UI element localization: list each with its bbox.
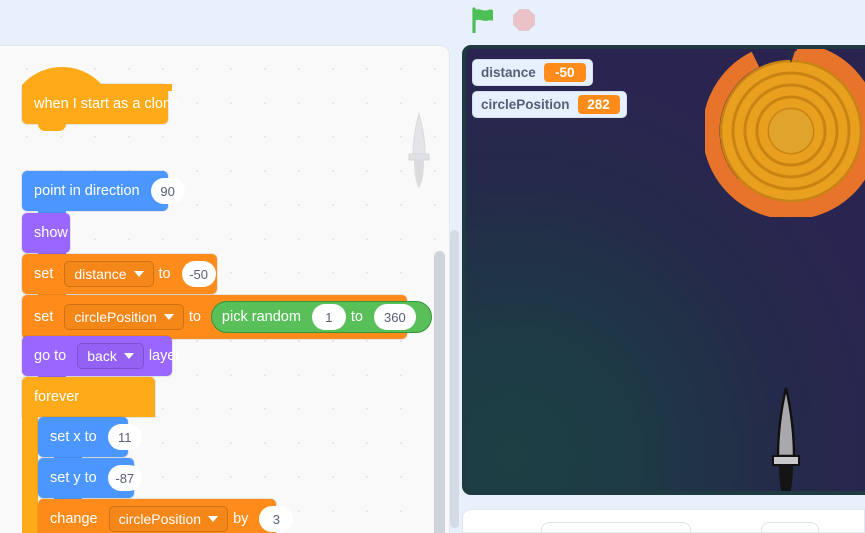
sprite-pane[interactable] (462, 509, 865, 533)
block-change-circle-position[interactable]: change circlePosition by 3 (38, 499, 294, 533)
monitor-label: distance (481, 65, 536, 80)
random-to-input[interactable]: 360 (374, 304, 416, 330)
block-label: go to (34, 348, 67, 364)
monitor-value: 282 (577, 95, 620, 114)
block-set-distance[interactable]: set distance to -50 (22, 254, 217, 301)
block-label: forever (34, 389, 80, 405)
sprite-thumbnail-2[interactable] (761, 522, 819, 532)
dagger-sprite[interactable] (768, 386, 804, 495)
workspace-edge-scrollbar[interactable] (450, 230, 459, 528)
block-label-to: to (158, 266, 171, 282)
block-show[interactable]: show (22, 213, 70, 260)
block-when-i-start-as-a-clone[interactable]: when I start as a clone (22, 67, 179, 131)
layer-dropdown[interactable]: back (77, 343, 144, 369)
reporter-label-to: to (350, 309, 363, 325)
random-from-input[interactable]: 1 (311, 304, 346, 330)
block-label-layer: layer (148, 348, 181, 364)
reporter-label: pick random (221, 309, 301, 325)
spiral-circle-sprite[interactable] (705, 45, 865, 217)
chevron-down-icon (123, 353, 134, 359)
block-label: set (34, 266, 54, 282)
monitor-label: circlePosition (481, 97, 570, 112)
dropdown-value: circlePosition (118, 511, 202, 527)
block-label: set (34, 309, 54, 325)
hat-top-shape (22, 67, 172, 91)
block-label: set y to (50, 470, 97, 486)
forever-header[interactable]: forever (22, 377, 155, 417)
chevron-down-icon (133, 271, 144, 277)
block-label: set x to (50, 429, 97, 445)
block-label: show (34, 225, 68, 241)
sprite-thumbnail-1[interactable] (541, 522, 691, 532)
chevron-down-icon (208, 516, 219, 522)
dagger-sprite-watermark-icon (408, 112, 430, 188)
forever-arm (22, 417, 38, 533)
block-set-circle-position[interactable]: set circlePosition to pick random 1 to 3… (22, 295, 432, 346)
block-label: point in direction (34, 183, 140, 199)
block-point-in-direction[interactable]: point in direction 90 (22, 171, 185, 218)
direction-input[interactable]: 90 (150, 178, 185, 204)
code-vertical-scrollbar[interactable] (434, 251, 445, 533)
stop-all-icon[interactable] (512, 8, 536, 32)
chevron-down-icon (163, 314, 174, 320)
dropdown-value: back (87, 348, 117, 364)
monitor-distance[interactable]: distance -50 (472, 59, 593, 86)
stage-controls-bar (462, 0, 865, 40)
monitor-value: -50 (543, 63, 586, 82)
dropdown-value: distance (74, 266, 127, 282)
block-pick-random[interactable]: pick random 1 to 360 (210, 301, 432, 333)
y-value-input[interactable]: -87 (107, 465, 142, 491)
block-label: when I start as a clone (34, 96, 180, 112)
change-value-input[interactable]: 3 (259, 506, 294, 532)
monitor-circle-position[interactable]: circlePosition 282 (472, 91, 627, 118)
block-set-x-to[interactable]: set x to 11 (38, 417, 142, 464)
variable-dropdown-circle-position-change[interactable]: circlePosition (108, 506, 229, 532)
distance-value-input[interactable]: -50 (181, 261, 216, 287)
block-label-to: to (188, 309, 201, 325)
variable-dropdown-circle-position[interactable]: circlePosition (64, 304, 184, 330)
code-workspace[interactable]: when I start as a clone point in directi… (0, 45, 450, 533)
block-notch (38, 123, 66, 131)
x-value-input[interactable]: 11 (107, 424, 142, 450)
stage[interactable]: distance -50 circlePosition 282 (462, 45, 865, 495)
variable-dropdown-distance[interactable]: distance (64, 261, 154, 287)
block-set-y-to[interactable]: set y to -87 (38, 458, 142, 505)
scratch-editor: when I start as a clone point in directi… (0, 0, 865, 533)
block-go-to-layer[interactable]: go to back layer (22, 336, 180, 383)
green-flag-icon[interactable] (470, 7, 496, 33)
block-label-by: by (233, 511, 249, 527)
dropdown-value: circlePosition (74, 309, 157, 325)
block-label: change (50, 511, 98, 527)
